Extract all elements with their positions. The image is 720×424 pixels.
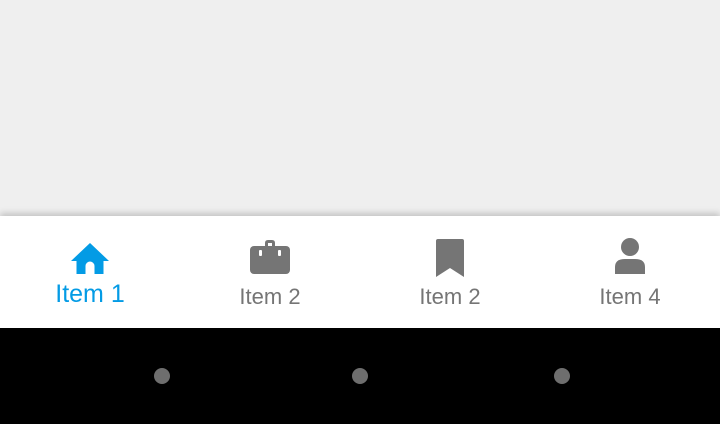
briefcase-icon <box>248 236 292 280</box>
nav-item-1[interactable]: Item 1 <box>0 216 180 328</box>
back-button[interactable] <box>154 368 170 384</box>
bottom-navigation: Item 1 Item 2 Item 2 Item 4 <box>0 216 720 328</box>
nav-item-label: Item 4 <box>599 284 661 309</box>
nav-item-label: Item 2 <box>239 284 301 309</box>
nav-item-label: Item 1 <box>55 280 125 308</box>
recents-button[interactable] <box>554 368 570 384</box>
home-icon <box>68 236 112 280</box>
bookmark-icon <box>428 236 472 280</box>
nav-item-label: Item 2 <box>419 284 481 309</box>
nav-item-3[interactable]: Item 2 <box>360 216 540 328</box>
nav-item-4[interactable]: Item 4 <box>540 216 720 328</box>
content-area <box>0 0 720 216</box>
app-screen: Item 1 Item 2 Item 2 Item 4 <box>0 0 720 424</box>
person-icon <box>608 236 652 280</box>
system-navigation-bar <box>0 328 720 424</box>
home-button[interactable] <box>352 368 368 384</box>
nav-item-2[interactable]: Item 2 <box>180 216 360 328</box>
